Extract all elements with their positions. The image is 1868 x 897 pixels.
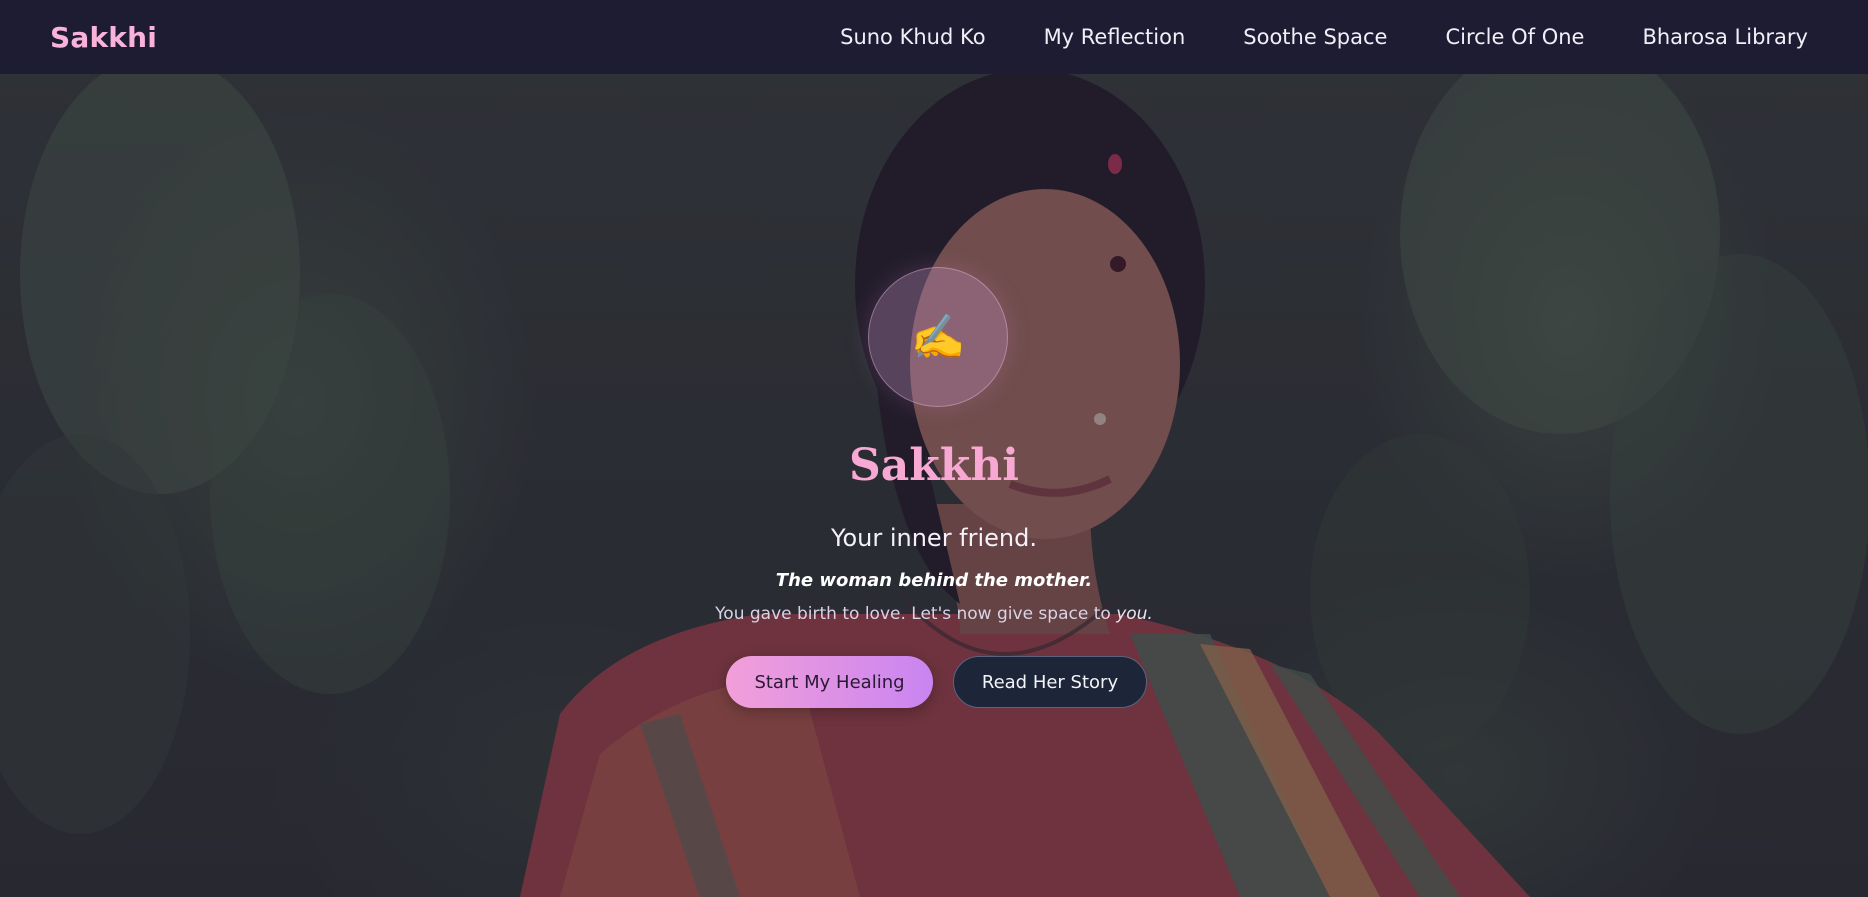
start-my-healing-button[interactable]: Start My Healing xyxy=(726,656,933,708)
nav-item-bharosa-library[interactable]: Bharosa Library xyxy=(1642,25,1808,49)
writing-hand-icon: ✍️ xyxy=(868,267,1008,407)
hero-tagline: The woman behind the mother. xyxy=(775,570,1093,591)
read-her-story-button[interactable]: Read Her Story xyxy=(953,656,1147,708)
hero-title: Sakkhi xyxy=(849,440,1019,491)
writing-hand-emoji: ✍️ xyxy=(910,312,966,363)
nav-item-soothe-space[interactable]: Soothe Space xyxy=(1243,25,1387,49)
hero-body-prefix: You gave birth to love. Let's now give s… xyxy=(715,604,1117,624)
brand-logo[interactable]: Sakkhi xyxy=(50,21,157,54)
page: Sakkhi Suno Khud Ko My Reflection Soothe… xyxy=(0,0,1868,897)
top-navbar: Sakkhi Suno Khud Ko My Reflection Soothe… xyxy=(0,0,1868,74)
hero-subtitle: Your inner friend. xyxy=(830,524,1038,552)
hero-section: ✍️ Sakkhi Your inner friend. The woman b… xyxy=(0,74,1868,897)
nav-item-circle-of-one[interactable]: Circle Of One xyxy=(1445,25,1584,49)
nav-item-my-reflection[interactable]: My Reflection xyxy=(1044,25,1186,49)
hero-body-emphasis: you. xyxy=(1116,604,1153,624)
nav-item-suno-khud-ko[interactable]: Suno Khud Ko xyxy=(840,25,985,49)
nav-links: Suno Khud Ko My Reflection Soothe Space … xyxy=(840,25,1808,49)
hero-body-text: You gave birth to love. Let's now give s… xyxy=(0,606,1868,623)
